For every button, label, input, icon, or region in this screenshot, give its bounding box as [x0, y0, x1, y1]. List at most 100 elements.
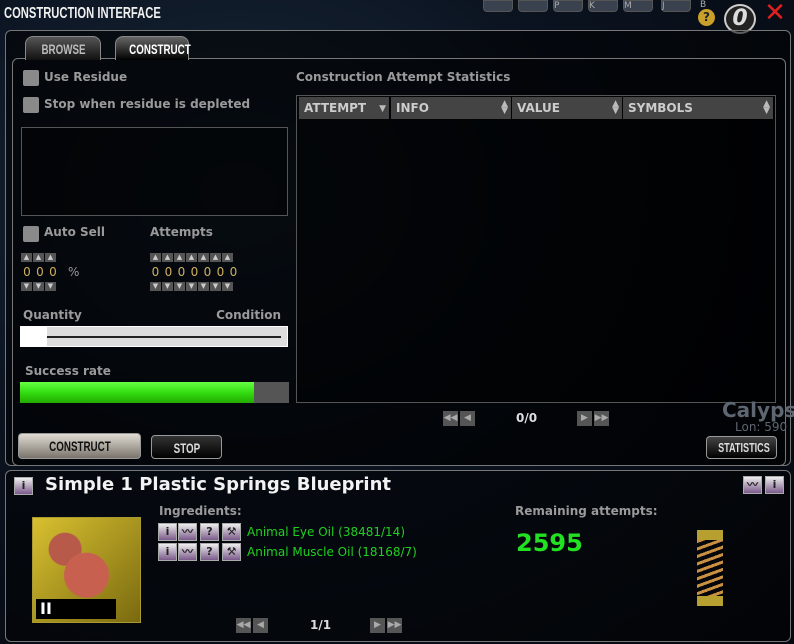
top-bar-icon[interactable] — [483, 0, 513, 12]
up-arrow-icon[interactable]: ▲ — [174, 253, 185, 262]
down-arrow-icon[interactable]: ▼ — [210, 282, 221, 291]
remaining-attempts-label: Remaining attempts: — [515, 504, 658, 518]
up-arrow-icon[interactable]: ▲ — [150, 253, 161, 262]
auction-icon[interactable]: ⚒ — [222, 543, 241, 561]
down-arrow-icon[interactable]: ▼ — [21, 282, 32, 291]
auction-icon[interactable]: ⚒ — [222, 523, 241, 541]
question-icon[interactable]: ? — [200, 523, 219, 541]
down-arrow-icon[interactable]: ▼ — [162, 282, 173, 291]
stats-title: Construction Attempt Statistics — [296, 70, 511, 84]
auto-sell-label: Auto Sell — [44, 225, 105, 239]
down-arrow-icon[interactable]: ▼ — [45, 282, 56, 291]
blueprint-image: II — [32, 517, 141, 623]
digit: 0 — [216, 265, 225, 279]
down-arrow-icon[interactable]: ▼ — [186, 282, 197, 291]
help-icon[interactable]: ? — [698, 9, 715, 26]
percent-stepper[interactable]: ▲ ▲ ▲ 0 0 0% ▼ ▼ ▼ — [21, 253, 79, 291]
window-title: CONSTRUCTION INTERFACE — [4, 5, 161, 22]
success-rate-bar — [20, 382, 289, 403]
down-arrow-icon[interactable]: ▼ — [33, 282, 44, 291]
use-residue-label: Use Residue — [44, 70, 128, 84]
ingredient-name: Animal Eye Oil (38481/14) — [247, 525, 405, 539]
close-icon[interactable]: ✕ — [762, 0, 788, 26]
column-header-symbols[interactable]: SYMBOLS ▲ ▼ — [623, 97, 773, 119]
attempts-label: Attempts — [150, 225, 213, 239]
down-arrow-icon[interactable]: ▼ — [150, 282, 161, 291]
use-residue-checkbox[interactable] — [23, 70, 39, 86]
quantity-label: Quantity — [23, 308, 82, 322]
top-bar-icon[interactable] — [518, 0, 548, 12]
chart-icon[interactable]: 〰 — [178, 543, 197, 561]
stop-button[interactable]: STOP — [151, 435, 222, 459]
digit: 0 — [229, 265, 238, 279]
info-icon[interactable]: i — [765, 476, 784, 494]
up-arrow-icon[interactable]: ▲ — [186, 253, 197, 262]
slider-track — [47, 336, 281, 338]
blueprint-pager: 1/1 — [310, 618, 332, 632]
slider-thumb[interactable] — [21, 327, 47, 346]
first-page-icon[interactable]: ◀◀ — [236, 618, 251, 633]
up-arrow-icon[interactable]: ▲ — [162, 253, 173, 262]
up-arrow-icon[interactable]: ▲ — [198, 253, 209, 262]
sort-icon: ▲ ▼ — [763, 99, 770, 116]
springs-icon — [697, 530, 723, 606]
down-arrow-icon[interactable]: ▼ — [174, 282, 185, 291]
digit: 0 — [203, 265, 212, 279]
success-rate-fill — [20, 382, 255, 403]
digit: 0 — [36, 265, 44, 279]
chart-icon[interactable]: 〰 — [178, 523, 197, 541]
down-arrow-icon[interactable]: ▼ — [198, 282, 209, 291]
info-icon[interactable]: i — [14, 477, 33, 495]
percent-sign: % — [68, 265, 80, 279]
first-page-icon[interactable]: ◀◀ — [443, 411, 458, 426]
up-arrow-icon[interactable]: ▲ — [210, 253, 221, 262]
planet-label: Calypso — [722, 398, 794, 422]
next-page-icon[interactable]: ▶ — [370, 618, 385, 633]
last-page-icon[interactable]: ▶▶ — [387, 618, 402, 633]
sort-down-icon: ▼ — [379, 104, 386, 114]
next-page-icon[interactable]: ▶ — [577, 411, 592, 426]
up-arrow-icon[interactable]: ▲ — [21, 253, 32, 262]
top-bar-icon-j[interactable]: J — [661, 0, 691, 12]
stats-table — [296, 95, 776, 403]
up-arrow-icon[interactable]: ▲ — [45, 253, 56, 262]
sort-icon: ▲ ▼ — [612, 99, 619, 116]
ingredients-label: Ingredients: — [159, 504, 242, 518]
top-bar-icon-p[interactable]: P — [553, 0, 583, 12]
last-page-icon[interactable]: ▶▶ — [594, 411, 609, 426]
column-header-attempt[interactable]: ATTEMPT ▼ — [299, 97, 389, 119]
condition-label: Condition — [216, 308, 281, 322]
construct-button[interactable]: CONSTRUCT — [18, 433, 141, 459]
tab-browse[interactable]: BROWSE — [25, 36, 101, 60]
remaining-attempts-value: 2595 — [516, 529, 583, 557]
auto-sell-checkbox[interactable] — [23, 226, 39, 242]
tab-construct[interactable]: CONSTRUCT — [115, 36, 191, 60]
lon-label: Lon: 590 — [735, 420, 788, 434]
info-icon[interactable]: i — [158, 523, 177, 541]
sort-icon: ▲ ▼ — [501, 99, 508, 116]
info-icon[interactable]: i — [158, 543, 177, 561]
digit: 0 — [23, 265, 31, 279]
digit: 0 — [164, 265, 173, 279]
prev-page-icon[interactable]: ◀ — [460, 411, 475, 426]
stop-residue-label: Stop when residue is depleted — [44, 97, 251, 111]
digit: 0 — [190, 265, 199, 279]
column-header-info[interactable]: INFO ▲ ▼ — [391, 97, 511, 119]
top-bar-icon-k[interactable]: K — [588, 0, 618, 12]
stop-residue-checkbox[interactable] — [23, 97, 39, 113]
up-arrow-icon[interactable]: ▲ — [33, 253, 44, 262]
up-arrow-icon[interactable]: ▲ — [222, 253, 233, 262]
question-icon[interactable]: ? — [200, 543, 219, 561]
statistics-button[interactable]: STATISTICS — [706, 436, 777, 459]
top-bar-icon-m[interactable]: M — [623, 0, 653, 12]
down-arrow-icon[interactable]: ▼ — [222, 282, 233, 291]
digit: 0 — [151, 265, 160, 279]
attempts-stepper[interactable]: ▲ ▲ ▲ ▲ ▲ ▲ ▲ 0000000 ▼ ▼ ▼ ▼ ▼ ▼ ▼ — [150, 253, 240, 291]
residue-box — [21, 127, 288, 216]
column-header-value[interactable]: VALUE ▲ ▼ — [512, 97, 622, 119]
quantity-condition-slider[interactable] — [20, 326, 288, 347]
blueprint-tier-mark: II — [36, 599, 116, 619]
success-rate-label: Success rate — [25, 364, 111, 378]
chart-icon[interactable]: 〰 — [743, 476, 762, 494]
prev-page-icon[interactable]: ◀ — [253, 618, 268, 633]
